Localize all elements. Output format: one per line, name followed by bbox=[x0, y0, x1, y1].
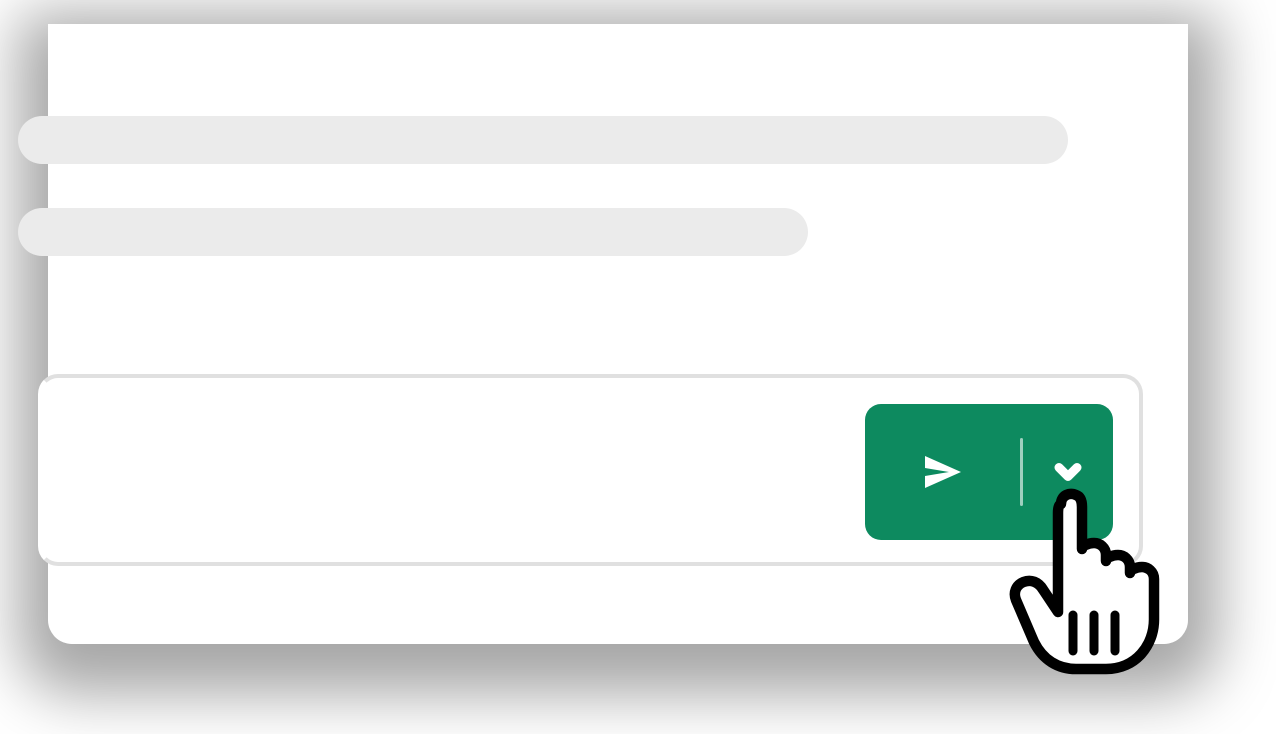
send-icon bbox=[913, 448, 973, 496]
send-split-button[interactable] bbox=[865, 404, 1113, 540]
compose-input-area[interactable] bbox=[38, 374, 1143, 566]
ui-card bbox=[48, 24, 1188, 644]
send-options-dropdown[interactable] bbox=[1023, 404, 1113, 540]
send-button[interactable] bbox=[865, 404, 1020, 540]
skeleton-text-line bbox=[18, 208, 808, 256]
chevron-down-icon bbox=[1050, 454, 1086, 490]
skeleton-text-line bbox=[18, 116, 1068, 164]
